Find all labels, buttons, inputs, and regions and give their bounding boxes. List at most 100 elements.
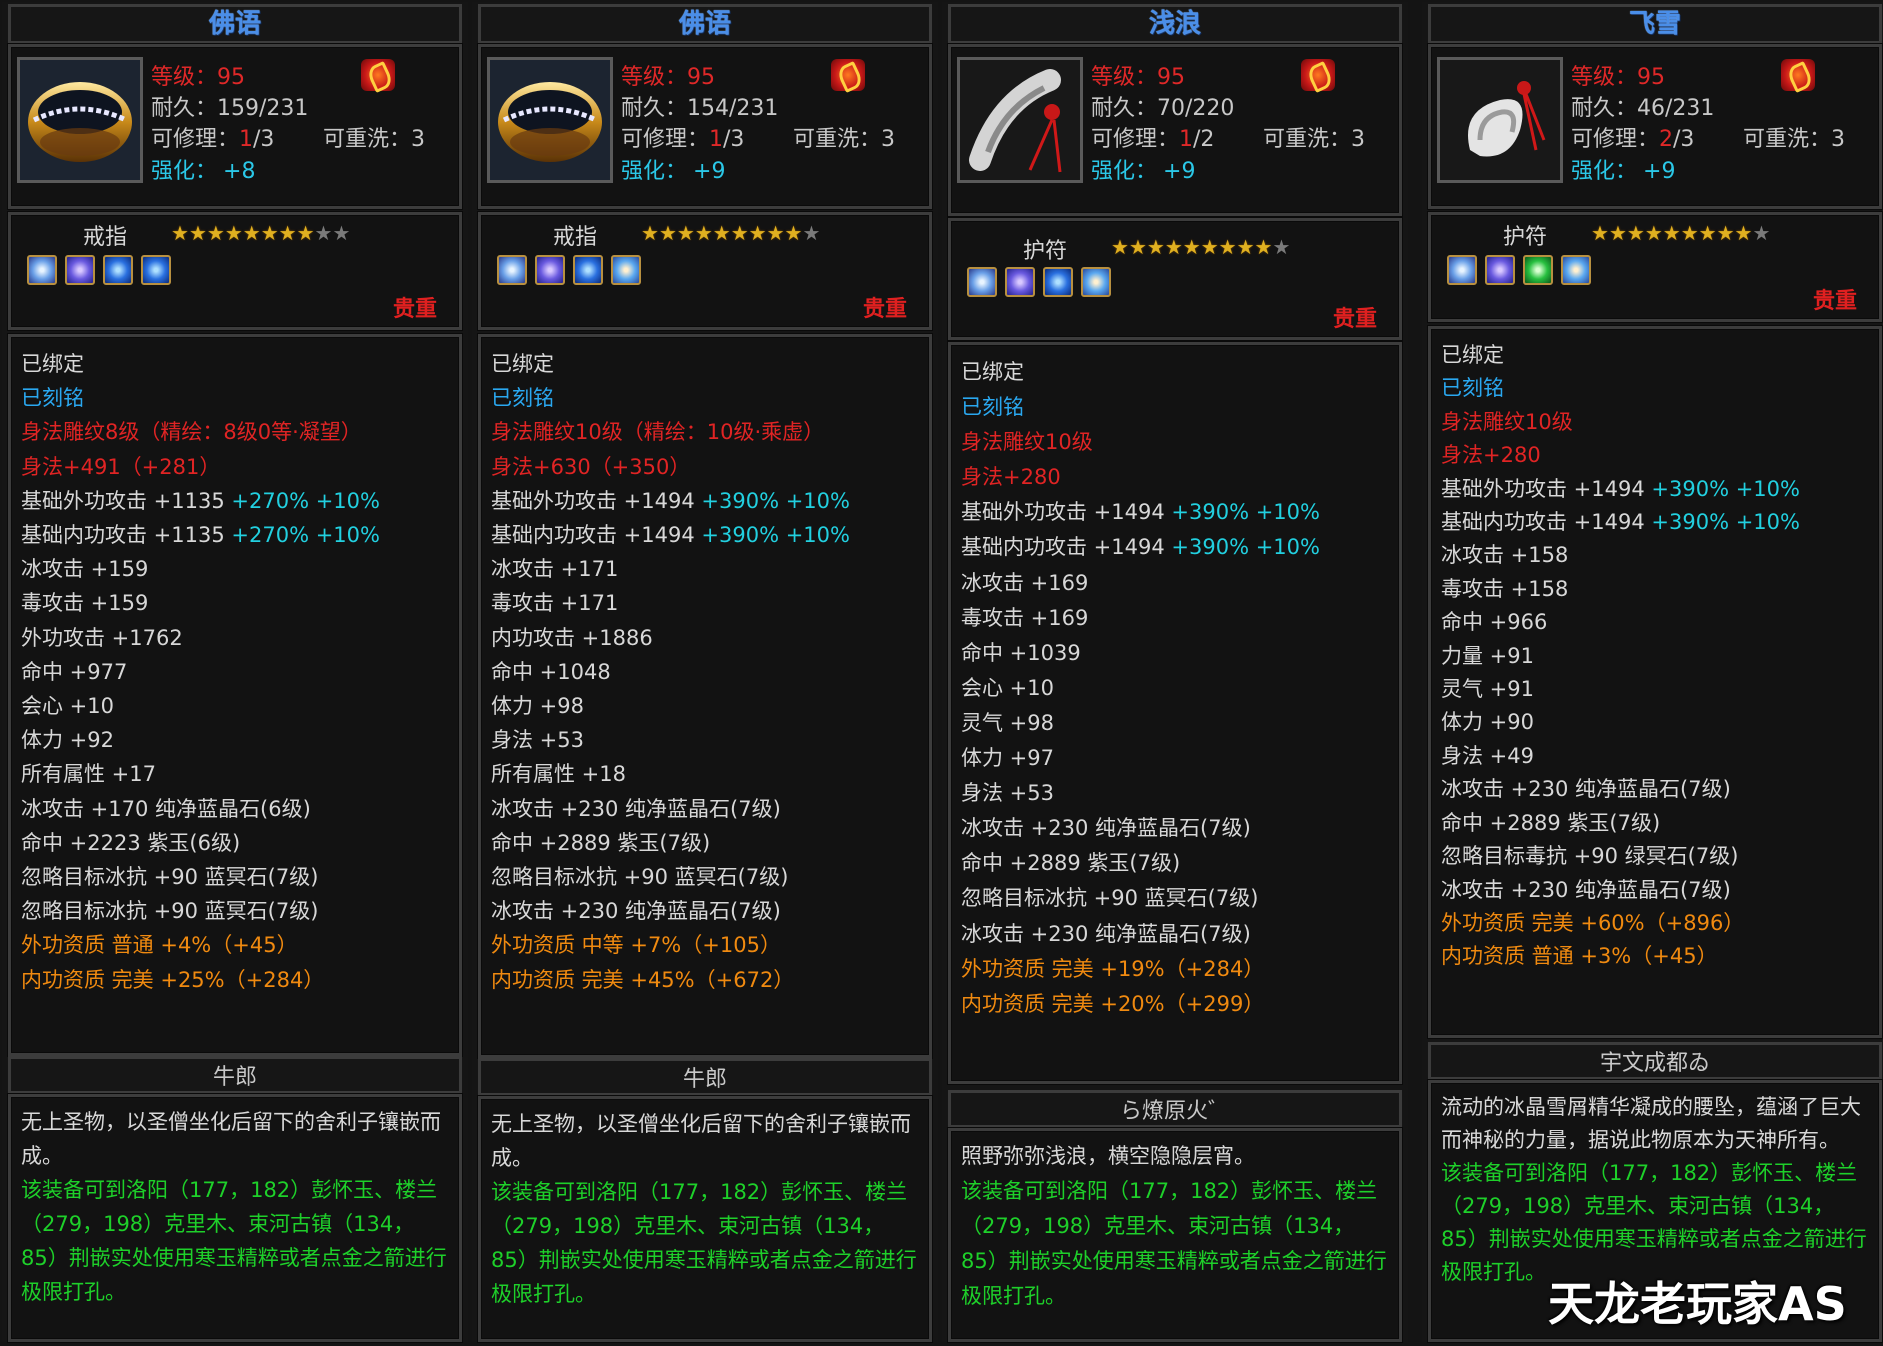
item-description-box: 无上圣物，以圣僧坐化后留下的舍利子镶嵌而成。 该装备可到洛阳（177，182）彭怀… (8, 1094, 462, 1342)
gem-icon[interactable] (1523, 255, 1553, 285)
item-tooltip-panel: 佛语 等级：95 耐久：159/231 可修理：1/3 可重洗：3 强化： +8 戒指 ★★★… (2, 2, 468, 1342)
attribute-text: 命中 +966 (1441, 610, 1548, 635)
star-rating: ★★★★★★★★★★ (641, 221, 820, 245)
attribute-line: 命中 +2889 紫玉(7级) (1441, 807, 1871, 840)
item-repair: 可修理：1/3 (151, 121, 274, 153)
item-type-box: 护符 ★★★★★★★★★★ 贵重 (1428, 212, 1882, 322)
gem-icon[interactable] (1447, 255, 1477, 285)
attribute-text: 身法 +53 (961, 781, 1054, 806)
dragon-stamp-icon (1301, 59, 1335, 91)
attribute-text: 身法+630（+350） (491, 454, 691, 479)
gem-icon[interactable] (535, 255, 565, 285)
item-description: 照野弥弥浅浪，横空隐隐层宵。 该装备可到洛阳（177，182）彭怀玉、楼兰（279… (961, 1139, 1391, 1314)
attribute-line: 基础外功攻击 +1135 +270% +10% (21, 484, 451, 518)
gem-icon[interactable] (65, 255, 95, 285)
attribute-line: 所有属性 +17 (21, 757, 451, 791)
star-empty-icon: ★ (1272, 235, 1291, 259)
star-filled-icon: ★ (658, 221, 677, 245)
attribute-line: 身法雕纹10级 (961, 425, 1391, 460)
gem-icon[interactable] (1043, 267, 1073, 297)
item-header-box: 等级：95 耐久：159/231 可修理：1/3 可重洗：3 强化： +8 (8, 44, 462, 209)
attribute-line: 冰攻击 +230 纯净蓝晶石(7级) (961, 811, 1391, 846)
enhance-value: +9 (1643, 159, 1676, 184)
attribute-line: 体力 +97 (961, 741, 1391, 776)
item-tooltip-panel: 飞雪 等级：95 耐久：46/231 可修理：2/3 可重洗：3 强化： +9 护符 ★★★★… (1422, 2, 1883, 1342)
item-type: 护符 (1023, 239, 1068, 264)
gem-slots (967, 267, 1111, 297)
attribute-line: 会心 +10 (21, 689, 451, 723)
attribute-text: 外功资质 普通 +4%（+45） (21, 933, 298, 958)
item-type-box: 戒指 ★★★★★★★★★★ 贵重 (8, 212, 462, 330)
attribute-text: 已刻铭 (491, 386, 554, 411)
attribute-text: 已绑定 (21, 352, 84, 376)
gem-icon[interactable] (1005, 267, 1035, 297)
item-durability: 耐久：70/220 (1091, 96, 1235, 121)
attribute-text: 冰攻击 +230 纯净蓝晶石(7级) (491, 796, 781, 821)
attribute-text: 冰攻击 +158 (1441, 543, 1569, 568)
gem-icon[interactable] (1561, 255, 1591, 285)
attribute-line: 基础内功攻击 +1494 +390% +10% (961, 530, 1391, 565)
item-level: 等级：95 (1091, 65, 1185, 90)
repair-used: 2 (1659, 127, 1674, 152)
precious-label: 贵重 (1812, 289, 1857, 314)
attribute-text: 冰攻击 +230 纯净蓝晶石(7级) (961, 816, 1251, 841)
attribute-text: 忽略目标冰抗 +90 蓝冥石(7级) (21, 865, 319, 890)
repair-label: 可修理： (1571, 127, 1660, 152)
gem-icon[interactable] (573, 255, 603, 285)
star-filled-icon: ★ (260, 221, 279, 245)
item-icon[interactable] (487, 57, 613, 183)
gem-icon[interactable] (497, 255, 527, 285)
star-filled-icon: ★ (676, 221, 695, 245)
attribute-text: 内功攻击 +1886 (491, 625, 653, 650)
gem-icon[interactable] (103, 255, 133, 285)
star-filled-icon: ★ (1111, 235, 1129, 259)
gem-icon[interactable] (1081, 267, 1111, 297)
attribute-text: 命中 +2889 紫玉(7级) (491, 830, 711, 855)
attribute-list: 已绑定 已刻铭 身法雕纹10级 身法+280 基础外功攻击 +1494 +390% +1… (961, 355, 1391, 1022)
attribute-bonus: +390% +10% (701, 523, 850, 548)
item-attributes-box: 已绑定 已刻铭 身法雕纹10级 身法+280 基础外功攻击 +1494 +390% +1… (1428, 326, 1882, 1038)
attribute-text: 基础内功攻击 +1135 (21, 523, 232, 548)
enhance-value: +9 (1163, 159, 1196, 184)
gem-icon[interactable] (967, 267, 997, 297)
item-repair: 可修理：2/3 (1571, 121, 1694, 153)
item-icon[interactable] (17, 57, 143, 183)
attribute-text: 冰攻击 +230 纯净蓝晶石(7级) (1441, 877, 1731, 902)
attribute-line: 已刻铭 (1441, 372, 1871, 405)
attribute-text: 体力 +97 (961, 746, 1054, 771)
item-rewash: 可重洗：3 (1263, 127, 1365, 152)
attribute-line: 内功资质 完美 +25%（+284） (21, 963, 451, 997)
attribute-text: 已绑定 (1441, 343, 1504, 367)
attribute-bonus: +390% +10% (1651, 510, 1800, 535)
attribute-line: 冰攻击 +230 纯净蓝晶石(7级) (491, 894, 921, 928)
attribute-text: 外功资质 完美 +19%（+284） (961, 956, 1265, 981)
item-rewash: 可重洗：3 (1743, 127, 1845, 152)
gem-icon[interactable] (611, 255, 641, 285)
attribute-line: 已刻铭 (961, 390, 1391, 425)
attribute-text: 所有属性 +17 (21, 762, 156, 787)
attribute-line: 忽略目标冰抗 +90 蓝冥石(7级) (491, 860, 921, 894)
attribute-list: 已绑定 已刻铭 身法雕纹10级（精绘：10级·乘虚） 身法+630（+350） 基础外功… (491, 347, 921, 997)
attribute-line: 命中 +966 (1441, 606, 1871, 639)
gem-icon[interactable] (141, 255, 171, 285)
star-filled-icon: ★ (1146, 235, 1165, 259)
item-enhance: 强化： +8 (151, 153, 255, 185)
repair-total: /3 (253, 127, 275, 152)
attribute-line: 忽略目标冰抗 +90 蓝冥石(7级) (21, 894, 451, 928)
repair-total: /3 (1673, 127, 1695, 152)
attribute-bonus: +390% +10% (1651, 476, 1800, 501)
attribute-text: 身法雕纹10级（精绘：10级·乘虚） (491, 420, 825, 445)
attribute-line: 身法 +53 (491, 723, 921, 757)
item-icon[interactable] (957, 57, 1083, 183)
item-type: 戒指 (553, 225, 598, 250)
star-filled-icon: ★ (1662, 221, 1681, 245)
attribute-text: 毒攻击 +169 (961, 605, 1089, 630)
repair-used: 1 (239, 127, 254, 152)
item-enhance: 强化： +9 (1571, 153, 1675, 185)
item-description-box: 无上圣物，以圣僧坐化后留下的舍利子镶嵌而成。 该装备可到洛阳（177，182）彭怀… (478, 1096, 932, 1342)
gem-icon[interactable] (27, 255, 57, 285)
item-icon[interactable] (1437, 57, 1563, 183)
gem-slots (497, 255, 641, 285)
attribute-text: 力量 +91 (1441, 643, 1534, 668)
gem-icon[interactable] (1485, 255, 1515, 285)
